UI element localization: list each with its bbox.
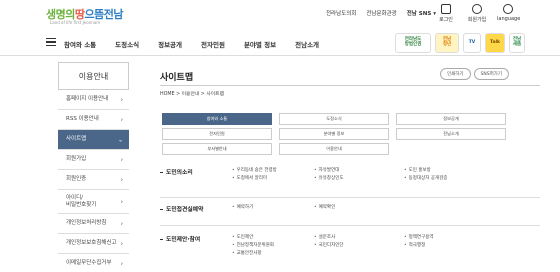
- sitemap-link[interactable]: 국민디자인단: [314, 242, 404, 248]
- sitemap-link[interactable]: 동정대상자 공개검증: [404, 175, 524, 181]
- page-title: 사이트맵: [160, 73, 194, 83]
- side-nav-item[interactable]: 아이디/비밀번호찾기 ›: [58, 190, 129, 214]
- chevron-right-icon: ›: [120, 116, 123, 123]
- sitemap-link[interactable]: 교통안전사항: [232, 250, 314, 256]
- top-link-culture[interactable]: 전남문화관광: [366, 9, 396, 17]
- side-nav-item-label: 사이트맵: [66, 136, 87, 143]
- sitemap-tab[interactable]: 참여와 소통: [162, 113, 272, 125]
- sitemap-tab[interactable]: 전남소개: [396, 128, 506, 140]
- sitemap-link[interactable]: 유유창상인도: [314, 175, 404, 181]
- sitemap-tab[interactable]: 분야별 정보: [279, 128, 389, 140]
- chevron-right-icon: ›: [120, 156, 123, 163]
- quick-banner[interactable]: 전남 새뜸: [509, 33, 525, 53]
- top-link-sns[interactable]: 전남 SNS ▾: [407, 9, 436, 17]
- quick-banner[interactable]: 전남 청년: [435, 33, 459, 53]
- section-links: 예약하기예약확인: [232, 204, 532, 210]
- side-nav-item-label: RSS 이용안내: [66, 116, 99, 123]
- sitemap-link[interactable]: 정책연구용역: [404, 234, 524, 240]
- language-button[interactable]: language: [497, 4, 520, 23]
- side-nav-list: 홈페이지 이용안내 › RSS 이용안내 › 사이트맵 ⌄ 회원가입 › 회원인증 › 아이디/비밀…: [58, 90, 129, 272]
- gnb-item-field-info[interactable]: 분야별 정보: [244, 39, 276, 49]
- quick-banners: 전라남도 방범인권 전남 청년 TV Talk 전남 새뜸: [395, 33, 525, 53]
- menu-icon[interactable]: [46, 38, 56, 46]
- gnb-item-about[interactable]: 전남소개: [295, 39, 319, 49]
- sitemap-link[interactable]: 우리동네 숨은 전령방: [232, 167, 314, 173]
- gnb-item-disclosure[interactable]: 정보공개: [158, 39, 182, 49]
- sns-share-button[interactable]: SNS퍼가기: [473, 68, 510, 80]
- side-nav-item[interactable]: 개인정보보호침해신고 ›: [58, 234, 129, 254]
- side-nav-item[interactable]: 회원인증 ›: [58, 170, 129, 190]
- join-button[interactable]: 회원가입: [466, 4, 488, 23]
- chevron-right-icon: ›: [120, 240, 123, 247]
- print-button[interactable]: 인쇄하기: [440, 68, 471, 80]
- chevron-right-icon: ›: [120, 96, 123, 103]
- sitemap-link[interactable]: 도민 홍보방: [404, 167, 524, 173]
- side-nav-item-label: 개인정보보호침해신고: [66, 240, 117, 247]
- sitemap-tab[interactable]: 도정소식: [279, 113, 389, 125]
- sitemap-tab[interactable]: 전자민원: [162, 128, 272, 140]
- side-nav-item[interactable]: 회원가입 ›: [58, 150, 129, 170]
- sitemap-tabs: 참여와 소통 도정소식 정보공개전자민원 분야별 정보 전남소개부서별안내 이용안내: [162, 113, 522, 155]
- sitemap-link[interactable]: 도청에서 알리미: [232, 175, 314, 181]
- top-link-council[interactable]: 전라남도의회: [326, 9, 356, 17]
- title-divider: [160, 85, 540, 86]
- chevron-right-icon: ›: [120, 260, 123, 267]
- section-links: 우리동네 숨은 전령방자유발언대도민 홍보방도청에서 알리미유유창상인도동정대상…: [232, 167, 532, 181]
- side-nav-item-label: 이메일무단수집거부: [66, 260, 112, 267]
- side-nav-item-label: 회원인증: [66, 176, 87, 183]
- side-nav-item-label: 홈페이지 이용안내: [66, 96, 109, 103]
- sitemap-link[interactable]: 도민제안: [232, 234, 314, 240]
- globe-icon: [503, 4, 513, 14]
- lock-icon: [441, 4, 451, 14]
- section-title[interactable]: 도민의소리: [160, 167, 193, 176]
- top-bar: 생명의땅으뜸전남 Land of life first Jeonnam 전라남도…: [0, 0, 560, 30]
- side-nav-item[interactable]: RSS 이용안내 ›: [58, 110, 129, 130]
- login-button[interactable]: 로그인: [435, 4, 457, 23]
- quick-banner[interactable]: TV: [463, 33, 481, 53]
- side-navigation: 이용안내 홈페이지 이용안내 › RSS 이용안내 › 사이트맵 ⌄ 회원가입 › 회원인증 › 아…: [58, 62, 129, 272]
- sitemap-link[interactable]: 전남정책자문위원회: [232, 242, 314, 248]
- logo-tagline: Land of life first Jeonnam: [50, 20, 101, 25]
- breadcrumb: HOME > 이용안내 > 사이트맵: [160, 92, 224, 97]
- side-nav-item[interactable]: 개인정보처리방침 ›: [58, 214, 129, 234]
- user-icon: [472, 4, 482, 14]
- gnb-item-participation[interactable]: 참여와 소통: [64, 39, 96, 49]
- section-divider: [160, 225, 540, 226]
- quick-banner[interactable]: 전라남도 방범인권: [395, 33, 431, 53]
- side-nav-item-label: 회원가입: [66, 156, 87, 163]
- section-title[interactable]: 도민제안·참여: [160, 234, 200, 243]
- quick-banner[interactable]: Talk: [485, 33, 505, 53]
- sitemap-link[interactable]: 적극행정: [404, 242, 524, 248]
- gnb-menu: 참여와 소통 도정소식 정보공개 전자민원 분야별 정보 전남소개: [64, 39, 338, 49]
- side-nav-item[interactable]: 홈페이지 이용안내 ›: [58, 90, 129, 110]
- section-divider: [160, 197, 540, 198]
- section-links: 도민제안설문조사정책연구용역전남정책자문위원회국민디자인단적극행정교통안전사항: [232, 234, 532, 256]
- side-nav-item[interactable]: 사이트맵 ⌄: [58, 130, 129, 150]
- sitemap-tab[interactable]: 부서별안내: [162, 143, 272, 155]
- main-navigation: 참여와 소통 도정소식 정보공개 전자민원 분야별 정보 전남소개 전라남도 방범…: [0, 30, 560, 56]
- chevron-right-icon: ›: [120, 198, 123, 205]
- sitemap-tab[interactable]: 정보공개: [396, 113, 506, 125]
- sitemap-tab[interactable]: 이용안내: [279, 143, 389, 155]
- chevron-right-icon: ›: [120, 220, 123, 227]
- sitemap-link[interactable]: 예약하기: [232, 204, 314, 210]
- section-title[interactable]: 도민접견실예약: [160, 204, 203, 213]
- side-nav-title: 이용안내: [58, 62, 129, 90]
- page: 생명의땅으뜸전남 Land of life first Jeonnam 전라남도…: [0, 0, 560, 272]
- gnb-item-news[interactable]: 도정소식: [115, 39, 139, 49]
- sitemap-link[interactable]: 설문조사: [314, 234, 404, 240]
- top-links: 전라남도의회 전남문화관광 전남 SNS ▾: [326, 9, 436, 17]
- side-nav-item-label: 아이디/비밀번호찾기: [66, 194, 97, 208]
- sitemap-link[interactable]: 자유발언대: [314, 167, 404, 173]
- side-nav-item[interactable]: 이메일무단수집거부 ›: [58, 254, 129, 272]
- side-nav-item-label: 개인정보처리방침: [66, 220, 107, 227]
- chevron-right-icon: ›: [120, 176, 123, 183]
- chevron-down-icon: ⌄: [117, 136, 123, 143]
- page-tools: 인쇄하기 SNS퍼가기: [440, 68, 510, 80]
- gnb-item-e-civil[interactable]: 전자민원: [201, 39, 225, 49]
- top-utility-icons: 로그인 회원가입 language: [435, 4, 520, 23]
- sitemap-link[interactable]: 예약확인: [314, 204, 404, 210]
